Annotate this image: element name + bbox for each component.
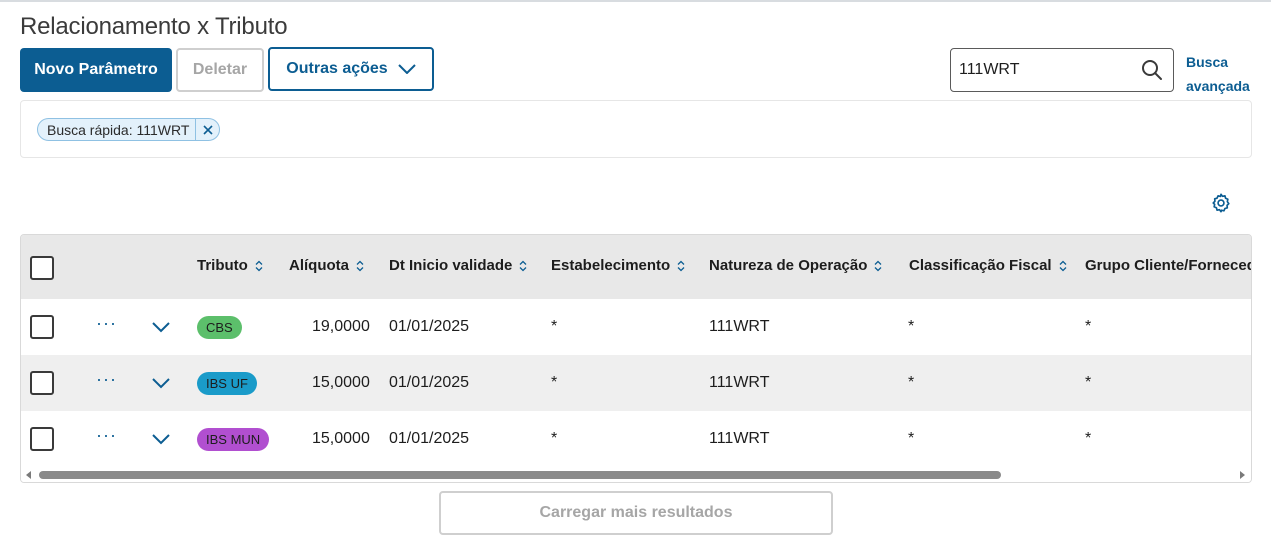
advanced-search-link[interactable]: Busca avançada: [1186, 50, 1256, 98]
cell-classificacao: *: [908, 430, 915, 447]
cell-grupo: *: [1085, 430, 1092, 447]
column-label: Tributo: [197, 257, 248, 274]
column-header-aliquota[interactable]: Alíquota: [289, 257, 365, 274]
cell-natureza: 111WRT: [709, 374, 770, 391]
top-divider: [0, 0, 1271, 2]
chevron-down-icon[interactable]: [152, 434, 170, 445]
advanced-search-label-2: avançada: [1186, 78, 1250, 94]
column-label: Classificação Fiscal: [909, 257, 1052, 274]
sort-icon: [519, 260, 527, 271]
cell-dt-inicio: 01/01/2025: [389, 430, 470, 447]
table-row: ··· IBS MUN 15,0000 01/01/2025 * 111WRT …: [21, 411, 1251, 467]
row-actions-menu[interactable]: ···: [96, 313, 117, 334]
cell-estabelecimento: *: [551, 374, 558, 391]
cell-aliquota: 19,0000: [312, 318, 370, 335]
delete-button[interactable]: Deletar: [176, 48, 264, 92]
filter-chip-label: Busca rápida: 111WRT: [47, 121, 190, 138]
cell-natureza: 111WRT: [709, 318, 770, 335]
scrollbar-thumb[interactable]: [39, 471, 1001, 479]
load-more-button[interactable]: Carregar mais resultados: [439, 491, 833, 535]
cell-estabelecimento: *: [551, 430, 558, 447]
cell-dt-inicio: 01/01/2025: [389, 318, 470, 335]
sort-icon: [255, 260, 263, 271]
select-all-checkbox[interactable]: [30, 256, 54, 280]
tag-cbs: CBS: [197, 316, 242, 339]
table-row: ··· CBS 19,0000 01/01/2025 * 111WRT * *: [21, 299, 1251, 355]
search-field: [950, 48, 1174, 92]
column-label: Alíquota: [289, 257, 349, 274]
horizontal-scrollbar[interactable]: [21, 467, 1251, 482]
row-checkbox[interactable]: [30, 371, 54, 395]
more-actions-button[interactable]: Outras ações: [268, 47, 434, 91]
cell-aliquota: 15,0000: [312, 430, 370, 447]
column-label: Natureza de Operação: [709, 257, 868, 274]
table-header: Tributo Alíquota Dt Inicio validade Esta…: [21, 235, 1251, 299]
column-header-natureza[interactable]: Natureza de Operação: [709, 257, 883, 274]
data-table: Tributo Alíquota Dt Inicio validade Esta…: [20, 234, 1252, 483]
advanced-search-label-1: Busca: [1186, 54, 1229, 70]
sort-icon: [356, 260, 364, 271]
search-input[interactable]: [959, 59, 1129, 81]
cell-dt-inicio: 01/01/2025: [389, 374, 470, 391]
sort-icon: [677, 260, 685, 271]
new-parameter-button[interactable]: Novo Parâmetro: [20, 48, 172, 92]
cell-estabelecimento: *: [551, 318, 558, 335]
row-actions-menu[interactable]: ···: [96, 369, 117, 390]
table-row: ··· IBS UF 15,0000 01/01/2025 * 111WRT *…: [21, 355, 1251, 411]
column-header-estabelecimento[interactable]: Estabelecimento: [551, 257, 686, 274]
chevron-down-icon[interactable]: [152, 322, 170, 333]
sort-icon: [1059, 260, 1067, 271]
cell-natureza: 111WRT: [709, 430, 770, 447]
tag-ibs-uf: IBS UF: [197, 372, 257, 395]
tag-ibs-mun: IBS MUN: [197, 428, 270, 451]
chevron-down-icon: [397, 64, 416, 74]
cell-grupo: *: [1085, 374, 1092, 391]
chevron-down-icon[interactable]: [152, 378, 170, 389]
search-icon[interactable]: [1141, 59, 1163, 81]
column-label: Grupo Cliente/Fornecedor: [1085, 257, 1251, 274]
column-header-dt-inicio[interactable]: Dt Inicio validade: [389, 257, 528, 274]
filter-chip-remove-button[interactable]: [195, 119, 219, 140]
gear-icon[interactable]: [1210, 192, 1232, 214]
column-header-grupo[interactable]: Grupo Cliente/Fornecedor: [1085, 257, 1251, 274]
column-header-tributo[interactable]: Tributo: [197, 257, 264, 274]
cell-classificacao: *: [908, 374, 915, 391]
sort-icon: [874, 260, 882, 271]
row-checkbox[interactable]: [30, 315, 54, 339]
column-label: Dt Inicio validade: [389, 257, 513, 274]
close-icon: [203, 124, 213, 135]
cell-grupo: *: [1085, 318, 1092, 335]
scroll-right-arrow[interactable]: [1240, 471, 1245, 479]
filter-chip: Busca rápida: 111WRT: [37, 118, 221, 141]
page-title: Relacionamento x Tributo: [20, 13, 288, 40]
row-actions-menu[interactable]: ···: [96, 425, 117, 446]
row-checkbox[interactable]: [30, 427, 54, 451]
scroll-left-arrow[interactable]: [26, 471, 31, 479]
more-actions-label: Outras ações: [286, 60, 388, 77]
cell-classificacao: *: [908, 318, 915, 335]
active-filters-panel: Busca rápida: 111WRT: [20, 100, 1252, 158]
column-header-classificacao[interactable]: Classificação Fiscal: [909, 257, 1068, 274]
cell-aliquota: 15,0000: [312, 374, 370, 391]
column-label: Estabelecimento: [551, 257, 671, 274]
